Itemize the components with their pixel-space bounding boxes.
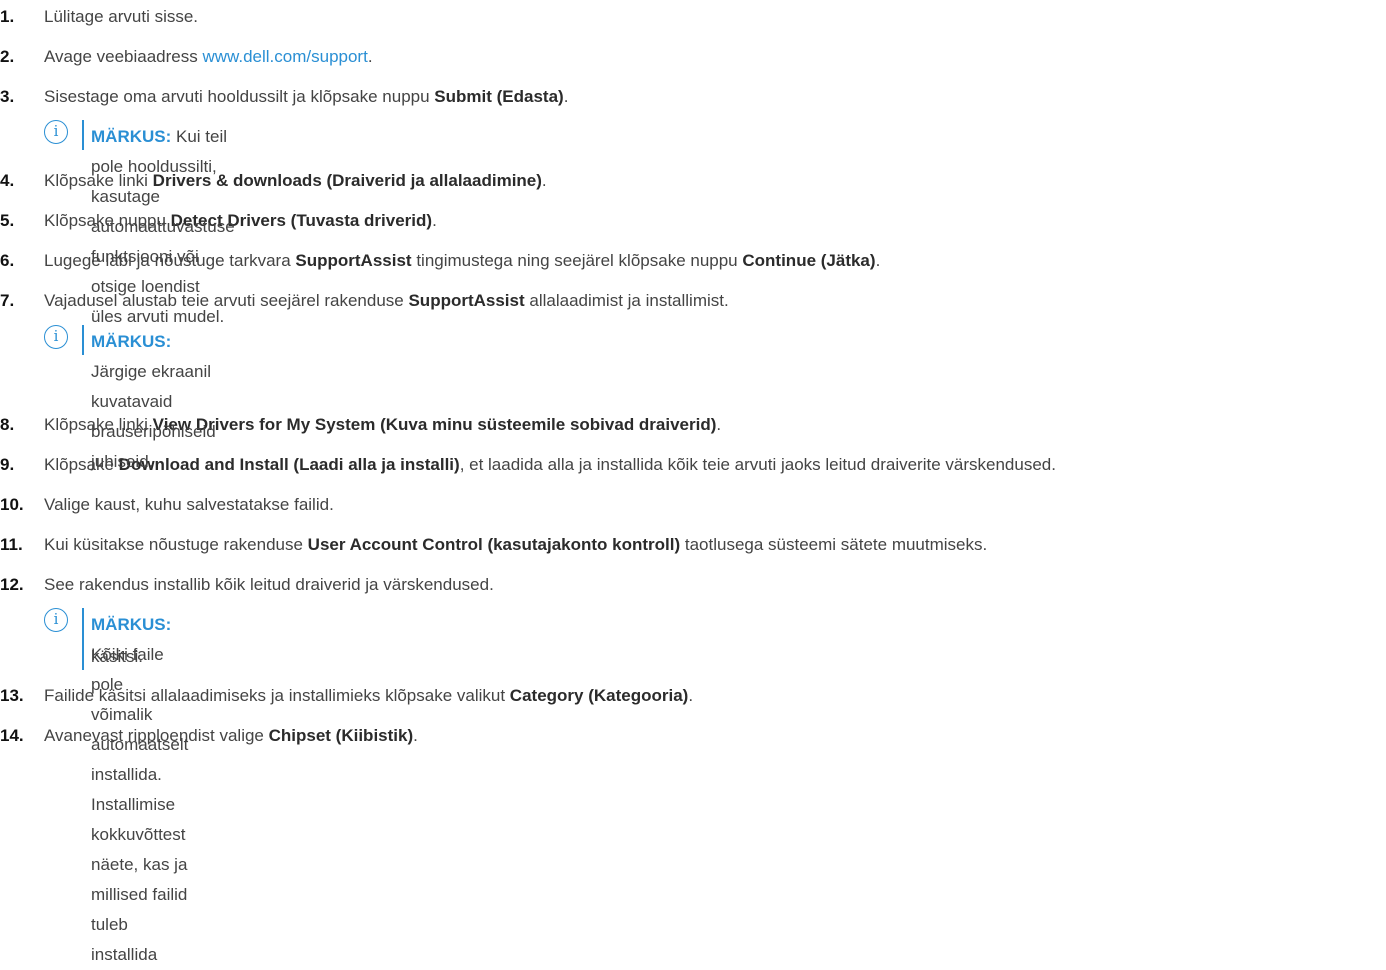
note-body: käsitsi. <box>91 647 143 666</box>
note-divider <box>82 325 84 355</box>
note-text: MÄRKUS: Järgige ekraanil kuvatavaid brau… <box>91 327 216 477</box>
text-run: . <box>875 251 881 270</box>
bold-term: Submit (Edasta) <box>434 87 564 106</box>
info-icon: i <box>44 325 68 349</box>
bold-term: SupportAssist <box>408 291 525 310</box>
step-number: 5. <box>0 211 15 230</box>
note-body: Kui teil pole hooldussilti, kasutage aut… <box>91 127 235 326</box>
step-text: Kui küsitakse nõustuge rakenduse User Ac… <box>44 534 987 556</box>
step-text: See rakendus installib kõik leitud draiv… <box>44 574 494 596</box>
bold-term: Chipset (Kiibistik) <box>268 726 414 745</box>
text-run: . <box>688 686 694 705</box>
step-number: 3. <box>0 87 15 106</box>
note-text: MÄRKUS: Kui teil pole hooldussilti, kasu… <box>91 122 235 332</box>
note-label: MÄRKUS: <box>91 127 172 146</box>
text-run: Avage veebiaadress <box>44 47 203 66</box>
text-run: tingimustega ning seejärel klõpsake nupp… <box>411 251 743 270</box>
step-number: 7. <box>0 291 15 310</box>
step-number: 11. <box>0 535 23 554</box>
note-body: Kõiki faile pole võimalik automaatselt i… <box>91 645 189 964</box>
step-number: 13. <box>0 686 24 705</box>
step-number: 2. <box>0 47 15 66</box>
text-run: Kui küsitakse nõustuge rakenduse <box>44 535 308 554</box>
bold-term: View Drivers for My System (Kuva minu sü… <box>152 415 717 434</box>
text-run: . <box>563 87 569 106</box>
text-run: Valige kaust, kuhu salvestatakse failid. <box>44 495 334 514</box>
step-text: Sisestage oma arvuti hooldussilt ja klõp… <box>44 86 568 108</box>
step-number: 9. <box>0 455 15 474</box>
note-text: käsitsi. <box>91 642 143 672</box>
bold-term: SupportAssist <box>295 251 412 270</box>
text-run: . <box>367 47 373 66</box>
step-number: 8. <box>0 415 15 434</box>
step-text: Valige kaust, kuhu salvestatakse failid. <box>44 494 334 516</box>
text-run: . <box>413 726 418 745</box>
text-run: , et laadida alla ja installida kõik tei… <box>459 455 1056 474</box>
bold-term: Continue (Jätka) <box>742 251 876 270</box>
note-body: Järgige ekraanil kuvatavaid brauseripõhi… <box>91 362 216 471</box>
step-text: Avage veebiaadress www.dell.com/support. <box>44 46 373 68</box>
text-run: . <box>716 415 722 434</box>
step-text: Lülitage arvuti sisse. <box>44 6 198 28</box>
step-number: 12. <box>0 575 24 594</box>
step-number: 1. <box>0 7 15 26</box>
note-label: MÄRKUS: <box>91 615 172 634</box>
text-run: See rakendus installib kõik leitud draiv… <box>44 575 494 594</box>
info-icon: i <box>44 120 68 144</box>
step-number: 4. <box>0 171 15 190</box>
note-label: MÄRKUS: <box>91 332 172 351</box>
step-number: 6. <box>0 251 15 270</box>
step-number: 10. <box>0 495 24 514</box>
note-divider <box>82 120 84 150</box>
support-link[interactable]: www.dell.com/support <box>202 47 367 66</box>
info-icon: i <box>44 608 68 632</box>
bold-term: Category (Kategooria) <box>509 686 689 705</box>
driver-install-instructions: 1. Lülitage arvuti sisse. 2. Avage veebiaad… <box>0 0 1386 964</box>
text-run: Sisestage oma arvuti hooldussilt ja klõp… <box>44 87 435 106</box>
step-number: 14. <box>0 726 24 745</box>
text-run: . <box>432 211 437 230</box>
text-run: taotlusega süsteemi sätete muutmiseks. <box>680 535 988 554</box>
text-run: Lülitage arvuti sisse. <box>44 7 199 26</box>
bold-term: User Account Control (kasutajakonto kont… <box>307 535 681 554</box>
text-run: . <box>541 171 547 190</box>
text-run: allalaadimist ja installimist. <box>524 291 729 310</box>
note-divider <box>82 608 84 670</box>
